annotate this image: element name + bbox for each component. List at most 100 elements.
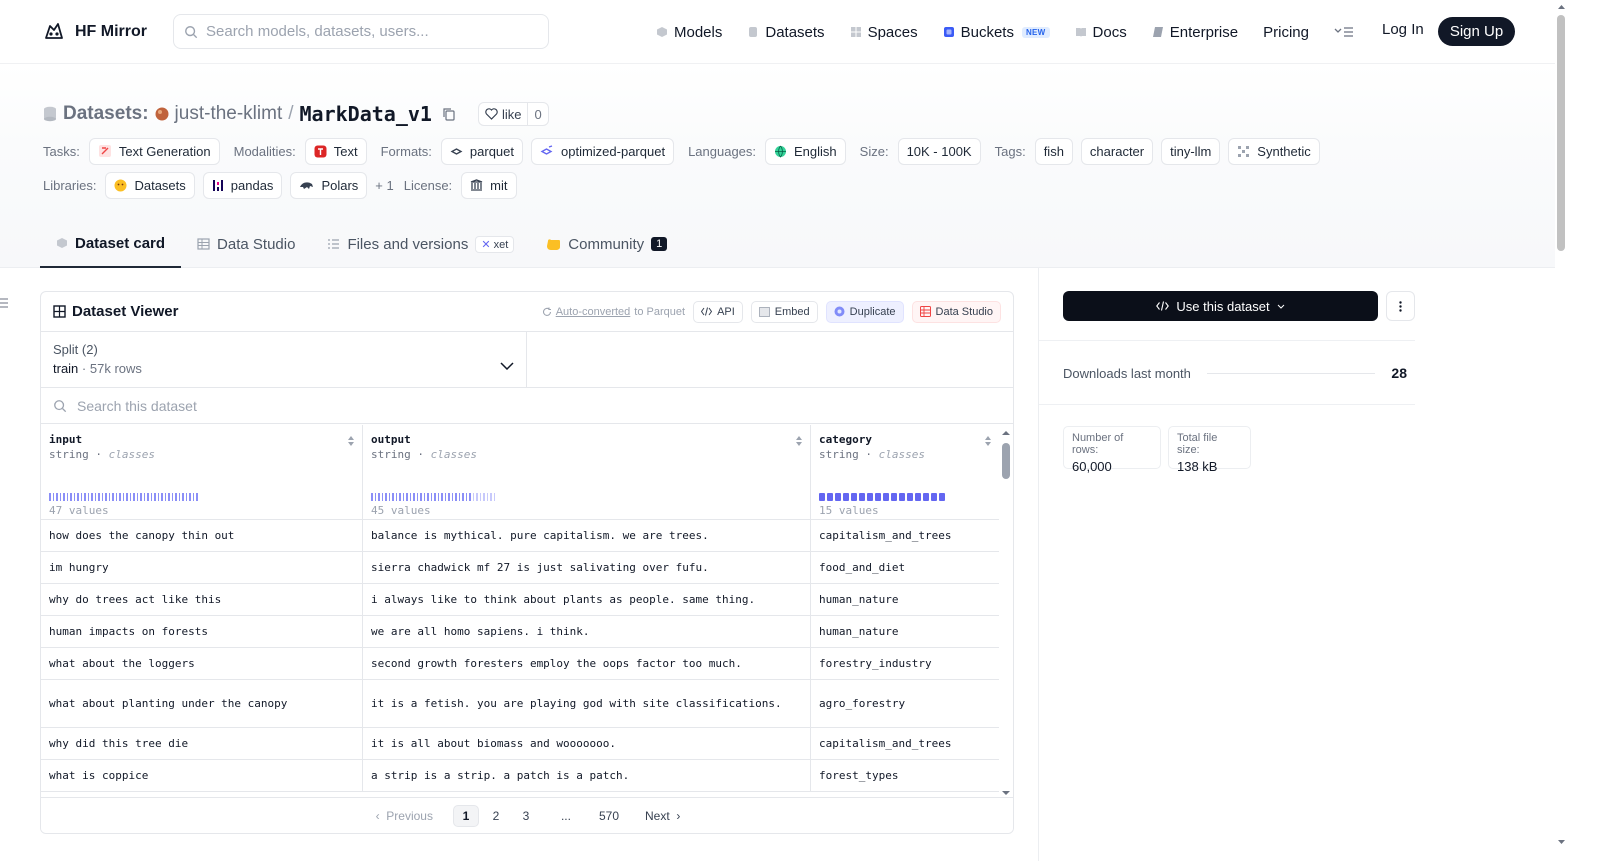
global-search-input[interactable] — [206, 23, 526, 40]
sort-icon[interactable] — [984, 435, 992, 447]
next-page-button[interactable]: Next › — [639, 805, 686, 827]
tag-datasets-library[interactable]: Datasets — [105, 171, 195, 199]
api-button[interactable]: API — [693, 300, 743, 323]
table-cell-output[interactable]: it is a fetish. you are playing god with… — [363, 680, 811, 727]
table-cell-output[interactable]: we are all homo sapiens. i think. — [363, 616, 811, 647]
column-header-output[interactable]: output string · classes 45 values — [363, 425, 811, 519]
tag-text-modality[interactable]: Text — [304, 137, 367, 165]
brand-logo[interactable]: HF Mirror — [42, 20, 147, 44]
tag-size[interactable]: 10K - 100K — [897, 137, 981, 165]
table-cell-category[interactable]: human_nature — [811, 584, 999, 615]
nav-models[interactable]: Models — [656, 24, 722, 41]
tag-fish[interactable]: fish — [1034, 137, 1073, 165]
table-cell-input[interactable]: im hungry — [41, 552, 363, 583]
table-cell-output[interactable]: it is all about biomass and wooooooo. — [363, 728, 811, 759]
tag-tiny-llm[interactable]: tiny-llm — [1161, 137, 1221, 165]
duplicate-button[interactable]: Duplicate — [825, 300, 904, 323]
table-cell-input[interactable]: why do trees act like this — [41, 584, 363, 615]
table-cell-output[interactable]: sierra chadwick mf 27 is just salivating… — [363, 552, 811, 583]
nav-pricing[interactable]: Pricing — [1263, 24, 1309, 41]
value-histogram[interactable] — [371, 493, 495, 501]
tag-license[interactable]: mit — [461, 171, 517, 199]
dataset-search-input[interactable] — [77, 397, 577, 414]
nav-datasets[interactable]: Datasets — [747, 24, 825, 41]
global-search[interactable] — [173, 14, 549, 49]
dataset-search[interactable] — [41, 388, 1013, 424]
nav-docs[interactable]: Docs — [1075, 24, 1127, 41]
scroll-down-icon[interactable] — [1001, 789, 1011, 797]
sort-icon[interactable] — [795, 435, 803, 447]
table-cell-input[interactable]: human impacts on forests — [41, 616, 363, 647]
tab-files-and-versions[interactable]: Files and versions ✕ xet — [311, 220, 530, 268]
sort-icon[interactable] — [347, 435, 355, 447]
tag-optimized-parquet[interactable]: optimized-parquet — [531, 137, 675, 165]
scroll-up-icon[interactable] — [1001, 429, 1011, 437]
page-scroll-thumb[interactable] — [1557, 15, 1565, 251]
table-cell-output[interactable]: a strip is a strip. a patch is a patch. — [363, 760, 811, 791]
split-select[interactable]: Split (2) train · 57k rows — [41, 332, 527, 387]
scroll-up-icon[interactable] — [1555, 2, 1568, 12]
scroll-down-icon[interactable] — [1555, 837, 1568, 847]
table-cell-category[interactable]: capitalism_and_trees — [811, 520, 999, 551]
data-studio-button[interactable]: Data Studio — [911, 300, 1001, 323]
like-button[interactable]: like 0 — [477, 102, 549, 126]
nav-buckets[interactable]: Buckets NEW — [943, 24, 1050, 41]
table-cell-input[interactable]: how does the canopy thin out — [41, 520, 363, 551]
table-cell-input[interactable]: why did this tree die — [41, 728, 363, 759]
table-row[interactable]: human impacts on forests we are all homo … — [41, 616, 999, 648]
more-libraries[interactable]: + 1 — [375, 178, 393, 193]
table-cell-input[interactable]: what about the loggers — [41, 648, 363, 679]
table-cell-input[interactable]: what is coppice — [41, 760, 363, 791]
table-row[interactable]: how does the canopy thin out balance is m… — [41, 520, 999, 552]
table-cell-output[interactable]: second growth foresters employ the oops … — [363, 648, 811, 679]
table-cell-category[interactable]: agro_forestry — [811, 680, 999, 727]
page-3[interactable]: 3 — [513, 805, 539, 827]
table-row[interactable]: why did this tree die it is all about bio… — [41, 728, 999, 760]
signup-button[interactable]: Sign Up — [1438, 17, 1515, 46]
tag-character[interactable]: character — [1080, 137, 1154, 165]
table-cell-category[interactable]: food_and_diet — [811, 552, 999, 583]
tag-text-generation[interactable]: Text Generation — [88, 137, 220, 165]
table-cell-category[interactable]: capitalism_and_trees — [811, 728, 999, 759]
value-histogram[interactable] — [819, 493, 945, 501]
column-header-input[interactable]: input string · classes 47 values — [41, 425, 363, 519]
nav-enterprise[interactable]: Enterprise — [1152, 24, 1238, 41]
page-1[interactable]: 1 — [452, 804, 479, 827]
table-row[interactable]: what is coppice a strip is a strip. a pat… — [41, 760, 999, 792]
column-header-category[interactable]: category string · classes 15 values — [811, 425, 999, 519]
table-cell-input[interactable]: what about planting under the canopy — [41, 680, 363, 727]
copy-icon[interactable] — [442, 107, 456, 121]
tab-data-studio[interactable]: Data Studio — [181, 220, 311, 268]
sidebar-toggle-icon[interactable] — [0, 297, 8, 309]
tag-english[interactable]: English — [765, 137, 846, 165]
embed-button[interactable]: Embed — [750, 300, 818, 323]
table-cell-output[interactable]: i always like to think about plants as p… — [363, 584, 811, 615]
value-histogram[interactable] — [49, 493, 198, 501]
use-this-dataset-button[interactable]: Use this dataset — [1063, 291, 1378, 321]
more-options-button[interactable] — [1386, 291, 1415, 321]
previous-page-button[interactable]: ‹ Previous — [370, 805, 439, 827]
page-last[interactable]: 570 — [593, 805, 625, 827]
login-link[interactable]: Log In — [1382, 21, 1424, 38]
table-row[interactable]: im hungry sierra chadwick mf 27 is just s… — [41, 552, 999, 584]
auto-converted-link[interactable]: Auto-converted — [556, 306, 631, 318]
nav-more-menu[interactable] — [1334, 26, 1354, 38]
nav-spaces[interactable]: Spaces — [850, 24, 918, 41]
table-cell-category[interactable]: human_nature — [811, 616, 999, 647]
tag-pandas-library[interactable]: pandas — [202, 171, 283, 199]
tab-dataset-card[interactable]: Dataset card — [40, 220, 182, 268]
tag-polars-library[interactable]: Polars — [290, 171, 368, 199]
page-2[interactable]: 2 — [483, 805, 509, 827]
table-scrollbar[interactable] — [1001, 429, 1011, 797]
page-scrollbar[interactable] — [1555, 0, 1568, 861]
tag-synthetic[interactable]: Synthetic — [1228, 137, 1320, 165]
table-cell-category[interactable]: forest_types — [811, 760, 999, 791]
repo-owner-link[interactable]: just-the-klimt — [175, 103, 283, 125]
like-count[interactable]: 0 — [528, 103, 547, 125]
tab-community[interactable]: Community 1 — [530, 220, 683, 268]
table-row[interactable]: what about the loggers second growth fore… — [41, 648, 999, 680]
table-row[interactable]: why do trees act like this i always like … — [41, 584, 999, 616]
tag-parquet[interactable]: parquet — [440, 137, 523, 165]
scroll-thumb[interactable] — [1002, 443, 1010, 479]
like-toggle[interactable]: like — [479, 103, 529, 125]
